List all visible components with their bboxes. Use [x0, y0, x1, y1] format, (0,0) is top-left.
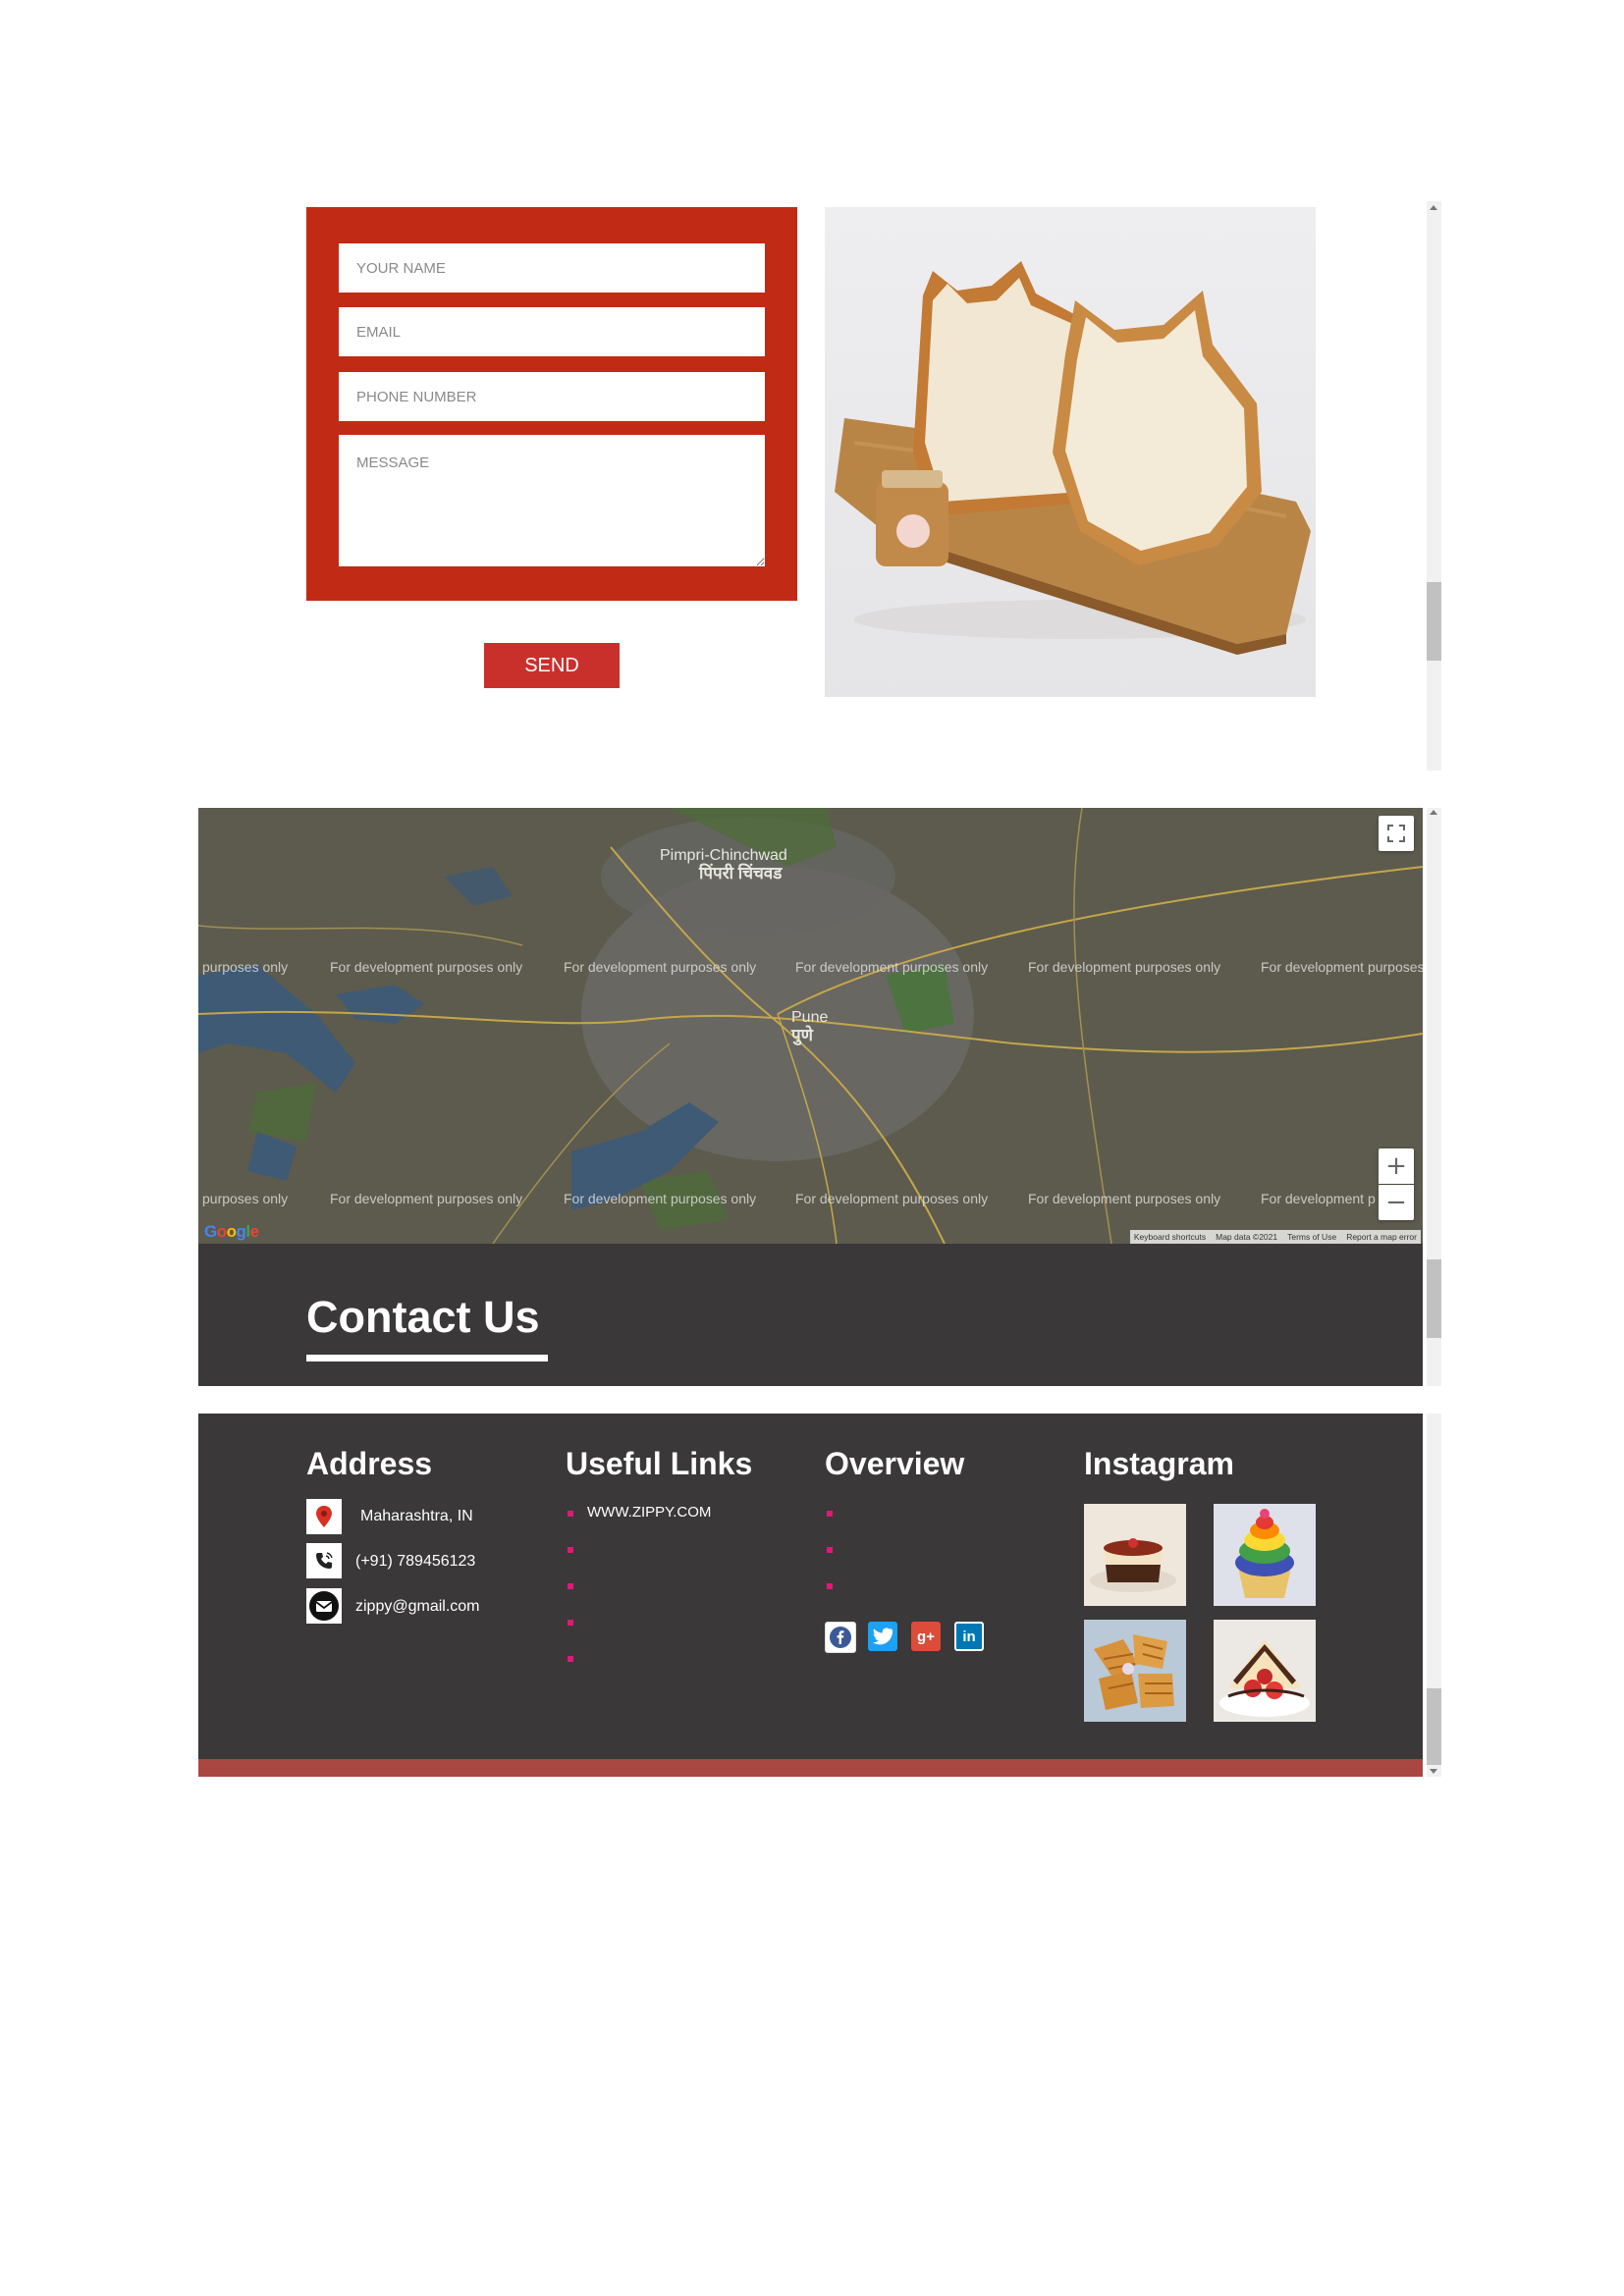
list-bullet: [568, 1656, 573, 1662]
address-location: Maharashtra, IN: [360, 1508, 473, 1524]
city-label-en: Pimpri-Chinchwad: [660, 847, 787, 864]
footer-scrollbar[interactable]: [1427, 1414, 1441, 1777]
form-scrollbar[interactable]: [1427, 201, 1441, 771]
scrollbar-thumb[interactable]: [1427, 1259, 1441, 1338]
list-bullet: [568, 1547, 573, 1553]
map-watermark: For development purposes only: [1028, 959, 1221, 975]
message-textarea[interactable]: [339, 435, 765, 566]
zoom-out-button[interactable]: −: [1379, 1185, 1414, 1220]
map-watermark: For development purposes only: [330, 1191, 523, 1206]
fullscreen-icon: [1387, 825, 1405, 842]
google-logo[interactable]: Google: [204, 1222, 259, 1242]
useful-links-heading: Useful Links: [566, 1446, 753, 1481]
list-bullet: [827, 1511, 833, 1517]
twitter-icon[interactable]: [868, 1622, 897, 1651]
instagram-thumb-strawberry-dessert[interactable]: [1214, 1620, 1316, 1722]
footer-bottom-bar: [198, 1759, 1423, 1777]
scroll-up-arrow-icon[interactable]: [1430, 205, 1437, 210]
instagram-heading: Instagram: [1084, 1446, 1234, 1481]
map-watermark: For development p: [1261, 1191, 1376, 1206]
map-city-label-pimpri: Pimpri-Chinchwad पिंपरी चिंचवड: [660, 847, 787, 882]
title-underline: [306, 1355, 548, 1362]
cat-bread-illustration: [835, 261, 1311, 655]
address-phone[interactable]: (+91) 789456123: [355, 1553, 475, 1571]
address-heading: Address: [306, 1446, 433, 1481]
overview-heading: Overview: [825, 1446, 965, 1481]
google-plus-icon[interactable]: g+: [911, 1622, 941, 1651]
name-input[interactable]: [339, 243, 765, 293]
linkedin-icon[interactable]: in: [954, 1622, 984, 1651]
address-email[interactable]: zippy@gmail.com: [355, 1598, 480, 1616]
map-watermark: For development purposes: [1261, 959, 1423, 975]
location-pin-icon: [306, 1499, 342, 1534]
scrollbar-thumb[interactable]: [1427, 1688, 1441, 1765]
report-map-error-link[interactable]: Report a map error: [1346, 1232, 1417, 1242]
zoom-in-icon: +: [1385, 1151, 1407, 1181]
terms-of-use-link[interactable]: Terms of Use: [1287, 1232, 1336, 1242]
phone-icon: [306, 1543, 342, 1578]
email-input[interactable]: [339, 307, 765, 356]
list-bullet: [568, 1511, 573, 1517]
list-bullet: [827, 1583, 833, 1589]
instagram-thumb-waffles[interactable]: [1084, 1620, 1186, 1722]
map-attribution: Keyboard shortcuts Map data ©2021 Terms …: [1129, 1230, 1421, 1244]
map-watermark: purposes only: [202, 959, 289, 975]
send-button[interactable]: SEND: [484, 643, 620, 688]
zoom-out-icon: −: [1385, 1188, 1407, 1217]
email-icon: [306, 1588, 342, 1624]
zoom-in-button[interactable]: +: [1379, 1148, 1414, 1184]
city-label-en: Pune: [791, 1009, 829, 1026]
facebook-icon[interactable]: [825, 1622, 856, 1653]
map-watermark: purposes only: [202, 1191, 289, 1206]
city-label-local: पुणे: [791, 1026, 813, 1044]
phone-input[interactable]: [339, 372, 765, 421]
contact-form-section: SEND: [0, 191, 1441, 780]
fullscreen-button[interactable]: [1379, 816, 1414, 851]
city-label-local: पिंपरी चिंचवड: [699, 864, 783, 882]
map-watermark: For development purposes only: [564, 959, 757, 975]
instagram-thumb-panna-cotta[interactable]: [1084, 1504, 1186, 1606]
scroll-down-arrow-icon[interactable]: [1430, 1769, 1437, 1774]
list-bullet: [568, 1620, 573, 1626]
scroll-up-arrow-icon[interactable]: [1430, 810, 1437, 815]
map-watermark: For development purposes only: [1028, 1191, 1221, 1206]
map-city-label-pune: Pune पुणे: [791, 1009, 828, 1044]
instagram-thumb-rainbow-cupcake[interactable]: [1214, 1504, 1316, 1606]
map-data-text: Map data ©2021: [1216, 1232, 1278, 1242]
list-bullet: [568, 1583, 573, 1589]
list-bullet: [827, 1547, 833, 1553]
contact-us-banner: Contact Us: [198, 1244, 1423, 1386]
map-scrollbar[interactable]: [1427, 808, 1441, 1386]
cat-bread-photo: [825, 207, 1316, 697]
scrollbar-thumb[interactable]: [1427, 582, 1441, 661]
map-watermark: For development purposes only: [564, 1191, 757, 1206]
map-watermark: For development purposes only: [330, 959, 523, 975]
map-watermark: For development purposes only: [795, 959, 989, 975]
contact-us-title: Contact Us: [306, 1292, 540, 1342]
keyboard-shortcuts-link[interactable]: Keyboard shortcuts: [1134, 1232, 1206, 1242]
map-watermark: For development purposes only: [795, 1191, 989, 1206]
google-map[interactable]: Pimpri-Chinchwad पिंपरी चिंचवड Pune पुणे…: [198, 808, 1423, 1244]
link-zippy[interactable]: WWW.ZIPPY.COM: [587, 1504, 711, 1521]
contact-form-panel: [306, 207, 797, 601]
